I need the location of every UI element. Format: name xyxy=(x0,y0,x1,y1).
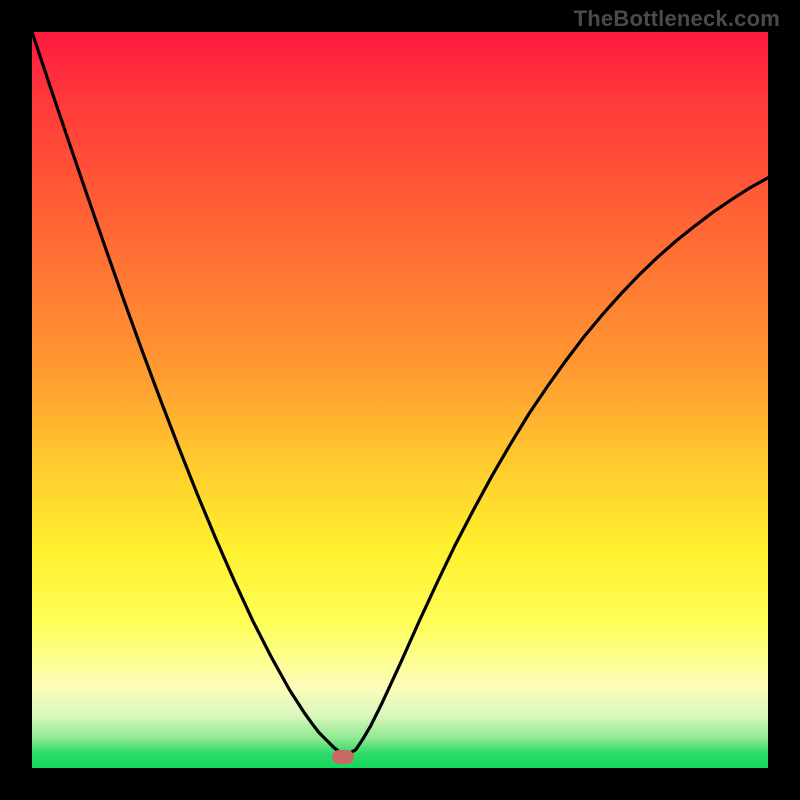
bottleneck-curve xyxy=(32,32,768,754)
watermark-text: TheBottleneck.com xyxy=(574,6,780,32)
optimum-marker xyxy=(332,750,354,764)
chart-frame: TheBottleneck.com xyxy=(0,0,800,800)
curve-svg xyxy=(32,32,768,768)
plot-area xyxy=(32,32,768,768)
